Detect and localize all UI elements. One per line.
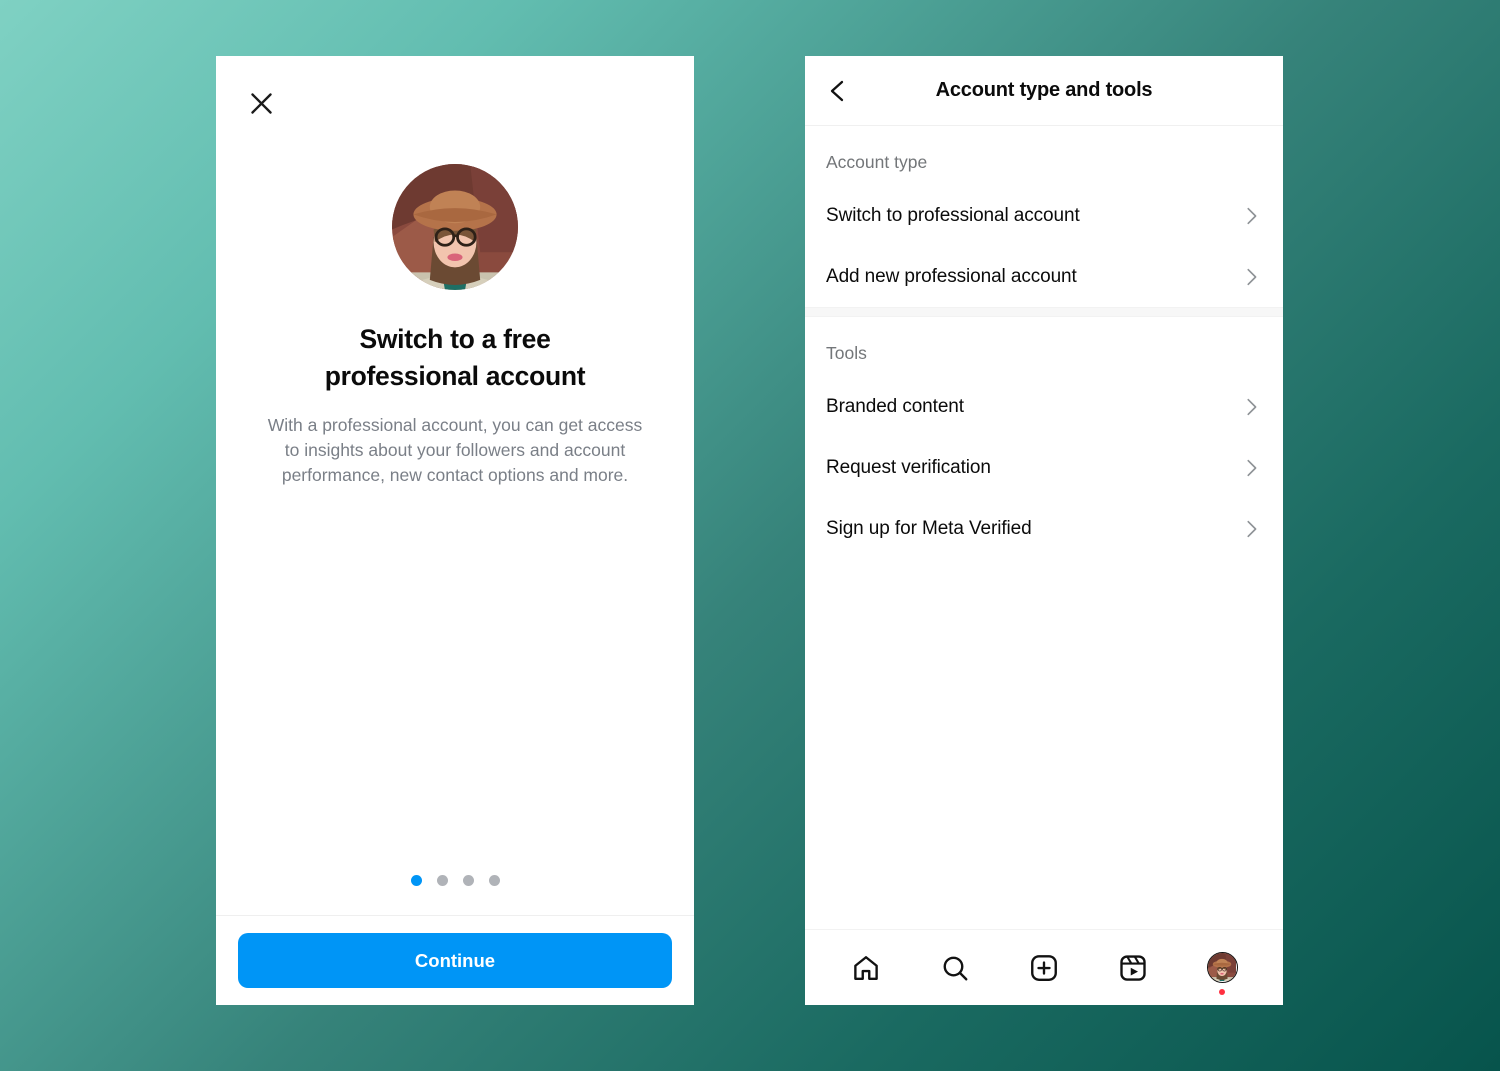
page-title: Account type and tools — [935, 79, 1153, 101]
pagination-dot-4[interactable] — [488, 875, 500, 886]
create-plus-icon — [1031, 954, 1057, 981]
chevron-left-icon — [830, 80, 844, 101]
tab-search[interactable] — [927, 940, 983, 996]
bottom-tab-bar — [805, 929, 1283, 1005]
footer-bar: Continue — [216, 915, 694, 1005]
page-title: Switch to a free professional account — [325, 321, 586, 394]
list-item-switch-to-professional-account[interactable]: Switch to professional account — [805, 185, 1283, 246]
avatar — [392, 164, 518, 290]
tab-home[interactable] — [838, 940, 894, 996]
chevron-right-icon — [1247, 459, 1257, 476]
chevron-right-icon — [1247, 398, 1257, 415]
list-item-label: Request verification — [826, 456, 991, 478]
onboarding-screen: Switch to a free professional account Wi… — [216, 56, 694, 1005]
home-icon — [853, 955, 878, 980]
pagination-dot-3[interactable] — [462, 875, 474, 886]
tab-reels[interactable] — [1105, 940, 1161, 996]
pagination-dots — [216, 875, 694, 886]
page-description: With a professional account, you can get… — [267, 415, 643, 485]
back-button[interactable] — [815, 68, 861, 114]
continue-button[interactable]: Continue — [238, 933, 672, 988]
page-title-line-2: professional account — [324, 360, 586, 391]
list-item-request-verification[interactable]: Request verification — [805, 437, 1283, 498]
account-type-and-tools-screen: Account type and tools Account type Swit… — [805, 56, 1283, 1005]
pagination-dot-2[interactable] — [436, 875, 448, 886]
reels-icon — [1120, 954, 1146, 981]
section-divider — [805, 307, 1283, 317]
list-item-sign-up-for-meta-verified[interactable]: Sign up for Meta Verified — [805, 498, 1283, 559]
search-icon — [943, 956, 968, 980]
notification-badge — [1219, 988, 1226, 995]
user-profile-photo-icon — [392, 164, 518, 290]
chevron-right-icon — [1247, 520, 1257, 537]
list-item-branded-content[interactable]: Branded content — [805, 376, 1283, 437]
profile-avatar-icon — [1206, 952, 1238, 983]
close-icon — [250, 92, 272, 114]
chevron-right-icon — [1247, 207, 1257, 224]
tab-profile[interactable] — [1194, 940, 1250, 996]
list-item-label: Add new professional account — [826, 265, 1077, 287]
section-label-tools: Tools — [826, 343, 867, 363]
list-item-add-new-professional-account[interactable]: Add new professional account — [805, 246, 1283, 307]
pagination-dot-1[interactable] — [410, 875, 422, 886]
list-item-label: Branded content — [826, 395, 964, 417]
page-title-line-1: Switch to a free — [359, 324, 551, 354]
tab-create[interactable] — [1016, 940, 1072, 996]
onboarding-content: Switch to a free professional account Wi… — [216, 164, 694, 488]
chevron-right-icon — [1247, 268, 1257, 285]
list-item-label: Switch to professional account — [826, 204, 1080, 226]
list-item-label: Sign up for Meta Verified — [826, 517, 1032, 539]
nav-header: Account type and tools — [805, 56, 1283, 126]
close-button[interactable] — [238, 80, 284, 126]
section-label-account-type: Account type — [826, 152, 928, 172]
